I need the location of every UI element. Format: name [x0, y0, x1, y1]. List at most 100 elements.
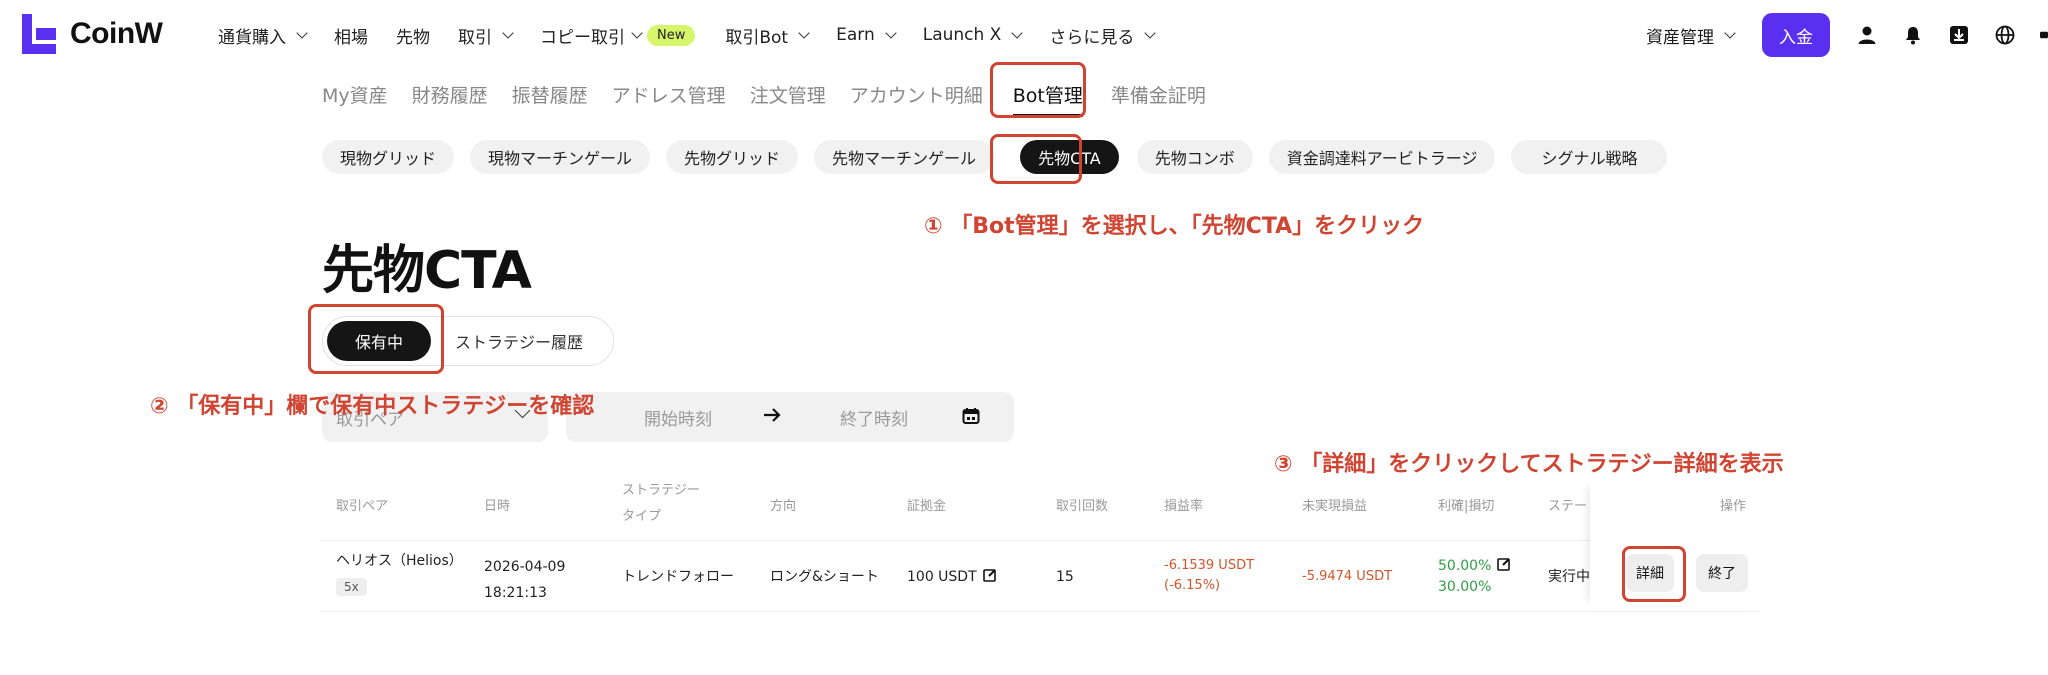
chevron-down-icon [502, 27, 514, 39]
nav-label: 取引 [458, 27, 492, 48]
main-menu: 通貨購入 相場 先物 取引 コピー取引 New 取引Bot Earn Launch… [218, 0, 1182, 70]
pill-signal-strategy[interactable]: シグナル戦略 [1511, 140, 1668, 174]
col-header-actions: 操作 [1720, 499, 1747, 514]
col-header-trades: 取引回数 [1056, 499, 1109, 514]
nav-earn[interactable]: Earn [836, 25, 897, 45]
holding-toggle: 保有中 ストラテジー履歴 [322, 316, 614, 366]
cell-strategy-type: トレンドフォロー [622, 569, 734, 585]
chevron-down-icon [1011, 27, 1023, 39]
row-divider [322, 540, 1758, 541]
stop-loss-value: 30.00% [1438, 579, 1492, 595]
nav-trading-bot[interactable]: 取引Bot [725, 23, 810, 48]
pair-name: ヘリオス（Helios） [336, 553, 463, 569]
col-header-status: ステー [1548, 499, 1588, 514]
annotation-step-2: ② 「保有中」欄で保有中ストラテジーを確認 [150, 394, 595, 419]
user-icon[interactable] [1856, 24, 1878, 46]
pill-futures-grid[interactable]: 先物グリッド [666, 140, 799, 174]
pnl-value: -6.1539 USDT [1164, 558, 1255, 573]
tab-transfer-history[interactable]: 振替履歴 [512, 81, 588, 108]
take-profit-text: 50.00% [1438, 558, 1492, 574]
globe-icon[interactable] [1994, 24, 2016, 46]
arrow-right-icon [762, 405, 782, 430]
cell-trades: 15 [1056, 569, 1074, 585]
col-header-pnl-rate: 損益率 [1164, 499, 1204, 514]
edit-icon[interactable] [1497, 557, 1511, 577]
nav-buy-crypto[interactable]: 通貨購入 [218, 23, 308, 48]
download-icon[interactable] [1948, 24, 1970, 46]
nav-label: 先物 [396, 27, 430, 48]
annotation-step-3: ③ 「詳細」をクリックしてストラテジー詳細を表示 [1274, 452, 1784, 477]
pill-funding-rate-arbitrage[interactable]: 資金調達料アービトラージ [1268, 140, 1496, 174]
tab-order-management[interactable]: 注文管理 [750, 81, 826, 108]
start-time-input[interactable]: 開始時刻 [644, 405, 712, 430]
nav-more[interactable]: さらに見る [1049, 23, 1156, 48]
asset-management-menu[interactable]: 資産管理 [1646, 23, 1736, 48]
col-header-direction: 方向 [770, 499, 797, 514]
top-navigation: CoinW 通貨購入 相場 先物 取引 コピー取引 New 取引Bot Earn … [0, 0, 2048, 70]
nav-right: 資産管理 入金 [1646, 0, 2048, 70]
calendar-icon[interactable] [962, 407, 980, 430]
leverage-badge: 5x [336, 578, 367, 596]
col-header-datetime: 日時 [484, 499, 511, 514]
col-header-pair: 取引ペア [336, 499, 389, 514]
tab-my-assets[interactable]: My資産 [322, 81, 388, 108]
nav-markets[interactable]: 相場 [334, 23, 368, 48]
details-button[interactable]: 詳細 [1626, 554, 1674, 592]
new-badge: New [647, 24, 696, 46]
cell-datetime: 2026-04-09 18:21:13 [484, 554, 565, 606]
deposit-button[interactable]: 入金 [1762, 13, 1830, 57]
col-header-margin: 証拠金 [907, 499, 947, 514]
pill-futures-martingale[interactable]: 先物マーチンゲール [814, 140, 995, 174]
nav-trade[interactable]: 取引 [458, 23, 514, 48]
nav-label: 相場 [334, 27, 368, 48]
tab-account-statement[interactable]: アカウント明細 [850, 81, 983, 108]
cell-status: 実行中 [1548, 569, 1590, 585]
time-value: 18:21:13 [484, 585, 547, 601]
tab-proof-of-reserves[interactable]: 準備金証明 [1111, 81, 1206, 108]
cell-unrealized-pnl: -5.9474 USDT [1302, 569, 1393, 584]
pill-futures-combo[interactable]: 先物コンボ [1136, 140, 1253, 174]
nav-label: コピー取引 [540, 27, 625, 48]
nav-label: Earn [836, 25, 875, 45]
chevron-down-icon [296, 27, 308, 39]
coinw-logo-icon [22, 14, 56, 54]
chevron-down-icon [631, 27, 643, 39]
coinw-logo[interactable]: CoinW [22, 14, 163, 54]
asset-management-label: 資産管理 [1646, 27, 1714, 48]
col-header-tp-sl: 利確|損切 [1438, 499, 1495, 514]
nav-futures[interactable]: 先物 [396, 23, 430, 48]
pill-spot-martingale[interactable]: 現物マーチンゲール [470, 140, 651, 174]
nav-label: 取引Bot [725, 27, 789, 48]
chevron-down-icon [798, 27, 810, 39]
cell-pnl-rate: -6.1539 USDT (-6.15%) [1164, 556, 1254, 596]
page-title: 先物CTA [322, 241, 532, 301]
pnl-percent: (-6.15%) [1164, 578, 1221, 593]
col-header-strategy-type: ストラテジータイプ [622, 483, 701, 524]
annotation-step-1: ① 「Bot管理」を選択し、「先物CTA」をクリック [924, 214, 1425, 239]
tab-bot-management[interactable]: Bot管理 [1012, 81, 1083, 117]
nav-label: さらに見る [1049, 27, 1135, 48]
take-profit-value: 50.00% [1438, 556, 1511, 577]
asset-subtabs: My資産 財務履歴 振替履歴 アドレス管理 注文管理 アカウント明細 Bot管理… [322, 78, 1230, 117]
bot-type-pills: 現物グリッド 現物マーチンゲール 先物グリッド 先物マーチンゲール 先物CTA … [322, 140, 1683, 174]
end-strategy-button[interactable]: 終了 [1696, 554, 1748, 592]
nav-copy-trading[interactable]: コピー取引 New [540, 23, 696, 48]
tab-strategy-history[interactable]: ストラテジー履歴 [455, 329, 583, 353]
tab-financial-history[interactable]: 財務履歴 [412, 81, 488, 108]
nav-launch-x[interactable]: Launch X [922, 25, 1023, 45]
date-range-picker[interactable]: 開始時刻 終了時刻 [566, 392, 1014, 442]
partial-icon[interactable] [2040, 24, 2048, 46]
cell-direction: ロング&ショート [770, 569, 879, 585]
tab-address-management[interactable]: アドレス管理 [612, 81, 726, 108]
tab-holding[interactable]: 保有中 [327, 321, 431, 361]
pill-futures-cta[interactable]: 先物CTA [1020, 140, 1119, 174]
margin-value: 100 USDT [907, 569, 977, 585]
cell-margin: 100 USDT [907, 566, 997, 589]
pill-spot-grid[interactable]: 現物グリッド [322, 140, 455, 174]
edit-icon[interactable] [982, 567, 997, 589]
bell-icon[interactable] [1902, 24, 1924, 46]
nav-label: Launch X [922, 25, 1002, 45]
chevron-down-icon [885, 27, 897, 39]
end-time-input[interactable]: 終了時刻 [840, 405, 908, 430]
nav-label: 通貨購入 [218, 27, 286, 48]
